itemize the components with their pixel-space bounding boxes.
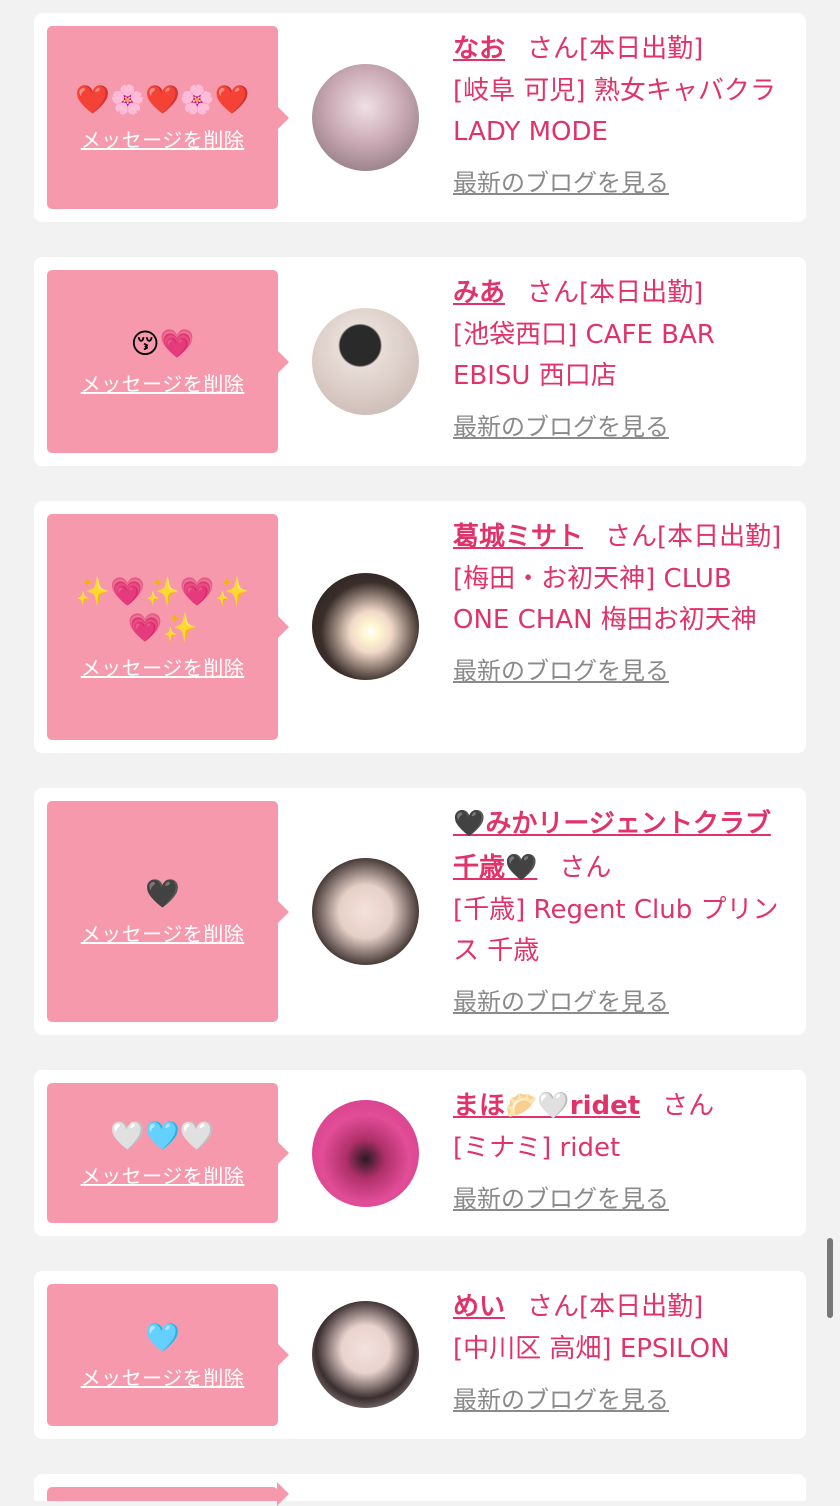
cast-name-link[interactable]: めい bbox=[453, 1292, 505, 1322]
honorific: さん bbox=[527, 1292, 580, 1322]
delete-message-link[interactable]: メッセージを削除 bbox=[81, 1160, 245, 1189]
avatar[interactable] bbox=[312, 1100, 419, 1207]
latest-blog-link[interactable]: 最新のブログを見る bbox=[453, 407, 669, 442]
latest-blog-link[interactable]: 最新のブログを見る bbox=[453, 163, 669, 198]
message-bubble: 🤍🩵🤍 メッセージを削除 bbox=[47, 1083, 289, 1223]
honorific: さん bbox=[527, 34, 580, 64]
honorific: さん bbox=[527, 278, 580, 308]
message-bubble: 🖤 メッセージを削除 bbox=[47, 801, 289, 1022]
message-text: 🖤 bbox=[145, 877, 180, 910]
message-text: ✨💗✨💗✨💗✨ bbox=[75, 574, 250, 644]
delete-message-link[interactable]: メッセージを削除 bbox=[81, 652, 245, 681]
latest-blog-link[interactable]: 最新のブログを見る bbox=[453, 1380, 669, 1415]
message-text: 🤍🩵🤍 bbox=[110, 1118, 215, 1152]
message-text: ❤️🌸❤️🌸❤️ bbox=[75, 83, 250, 116]
honorific: さん bbox=[559, 853, 612, 883]
message-bubble: 🩵 メッセージを削除 bbox=[47, 1284, 289, 1426]
message-text: 🩵 bbox=[145, 1320, 180, 1354]
cast-name-link[interactable]: まほ🥟🤍ridet bbox=[453, 1091, 640, 1121]
shop-label: [ミナミ] ridet bbox=[453, 1133, 621, 1163]
cast-info: なお さん[本日出勤] [岐阜 可児] 熟女キャバクラ LADY MODE 最新の… bbox=[453, 27, 793, 198]
cast-info: まほ🥟🤍ridet さん [ミナミ] ridet 最新のブログを見る bbox=[453, 1084, 793, 1214]
avatar[interactable] bbox=[312, 1301, 419, 1408]
delete-message-link[interactable]: メッセージを削除 bbox=[81, 124, 245, 153]
delete-message-link[interactable]: メッセージを削除 bbox=[81, 368, 245, 397]
cast-name-link[interactable]: 🖤みかリージェントクラブ千歳🖤 bbox=[453, 809, 771, 883]
message-bubble: ❤️🌸❤️🌸❤️ メッセージを削除 bbox=[47, 26, 289, 209]
avatar[interactable] bbox=[312, 308, 419, 415]
message-card: 😚💗 メッセージを削除 みあ さん[本日出勤] [池袋西口] CAFE BAR E… bbox=[34, 257, 806, 466]
cast-info: 葛城ミサト さん[本日出勤] [梅田・お初天神] CLUB ONE CHAN 梅田… bbox=[453, 515, 793, 686]
shop-label: [池袋西口] CAFE BAR EBISU 西口店 bbox=[453, 320, 715, 391]
avatar[interactable] bbox=[312, 858, 419, 965]
message-card: ❤️🌸❤️🌸❤️ メッセージを削除 なお さん[本日出勤] [岐阜 可児] 熟女キ… bbox=[34, 13, 806, 222]
message-text: 😚💗 bbox=[130, 327, 195, 360]
avatar[interactable] bbox=[312, 64, 419, 171]
status-badge: [本日出勤] bbox=[579, 34, 704, 64]
message-card: ✨💗✨💗✨💗✨ メッセージを削除 葛城ミサト さん[本日出勤] [梅田・お初天神]… bbox=[34, 501, 806, 753]
delete-message-link[interactable]: メッセージを削除 bbox=[81, 1362, 245, 1391]
cast-info: みあ さん[本日出勤] [池袋西口] CAFE BAR EBISU 西口店 最新の… bbox=[453, 271, 793, 442]
latest-blog-link[interactable]: 最新のブログを見る bbox=[453, 1179, 669, 1214]
message-bubble bbox=[47, 1482, 289, 1506]
cast-info: 🖤みかリージェントクラブ千歳🖤 さん [千歳] Regent Club プリンス … bbox=[453, 802, 793, 1017]
message-card: 🤍🩵🤍 メッセージを削除 まほ🥟🤍ridet さん [ミナミ] ridet 最新の… bbox=[34, 1070, 806, 1236]
status-badge: [本日出勤] bbox=[579, 278, 704, 308]
message-card: 🩵 メッセージを削除 めい さん[本日出勤] [中川区 高畑] EPSILON 最… bbox=[34, 1271, 806, 1439]
cast-name-link[interactable]: なお bbox=[453, 34, 505, 64]
message-list: ❤️🌸❤️🌸❤️ メッセージを削除 なお さん[本日出勤] [岐阜 可児] 熟女キ… bbox=[0, 0, 840, 1506]
avatar[interactable] bbox=[312, 573, 419, 680]
shop-label: [岐阜 可児] 熟女キャバクラ LADY MODE bbox=[453, 76, 776, 147]
shop-label: [中川区 高畑] EPSILON bbox=[453, 1334, 730, 1364]
status-badge: [本日出勤] bbox=[657, 522, 782, 552]
status-badge: [本日出勤] bbox=[579, 1292, 704, 1322]
shop-label: [梅田・お初天神] CLUB ONE CHAN 梅田お初天神 bbox=[453, 564, 757, 635]
scrollbar[interactable] bbox=[827, 1238, 833, 1318]
honorific: さん bbox=[662, 1091, 715, 1121]
shop-label: [千歳] Regent Club プリンス 千歳 bbox=[453, 895, 779, 966]
latest-blog-link[interactable]: 最新のブログを見る bbox=[453, 651, 669, 686]
message-card: 🖤 メッセージを削除 🖤みかリージェントクラブ千歳🖤 さん [千歳] Regent… bbox=[34, 788, 806, 1035]
cast-name-link[interactable]: 葛城ミサト bbox=[453, 522, 583, 552]
delete-message-link[interactable]: メッセージを削除 bbox=[81, 918, 245, 947]
honorific: さん bbox=[605, 522, 658, 552]
message-bubble: ✨💗✨💗✨💗✨ メッセージを削除 bbox=[47, 514, 289, 740]
cast-name-link[interactable]: みあ bbox=[453, 278, 505, 308]
cast-info: めい さん[本日出勤] [中川区 高畑] EPSILON 最新のブログを見る bbox=[453, 1285, 793, 1415]
message-bubble: 😚💗 メッセージを削除 bbox=[47, 270, 289, 453]
message-card-partial bbox=[34, 1474, 806, 1506]
latest-blog-link[interactable]: 最新のブログを見る bbox=[453, 982, 669, 1017]
